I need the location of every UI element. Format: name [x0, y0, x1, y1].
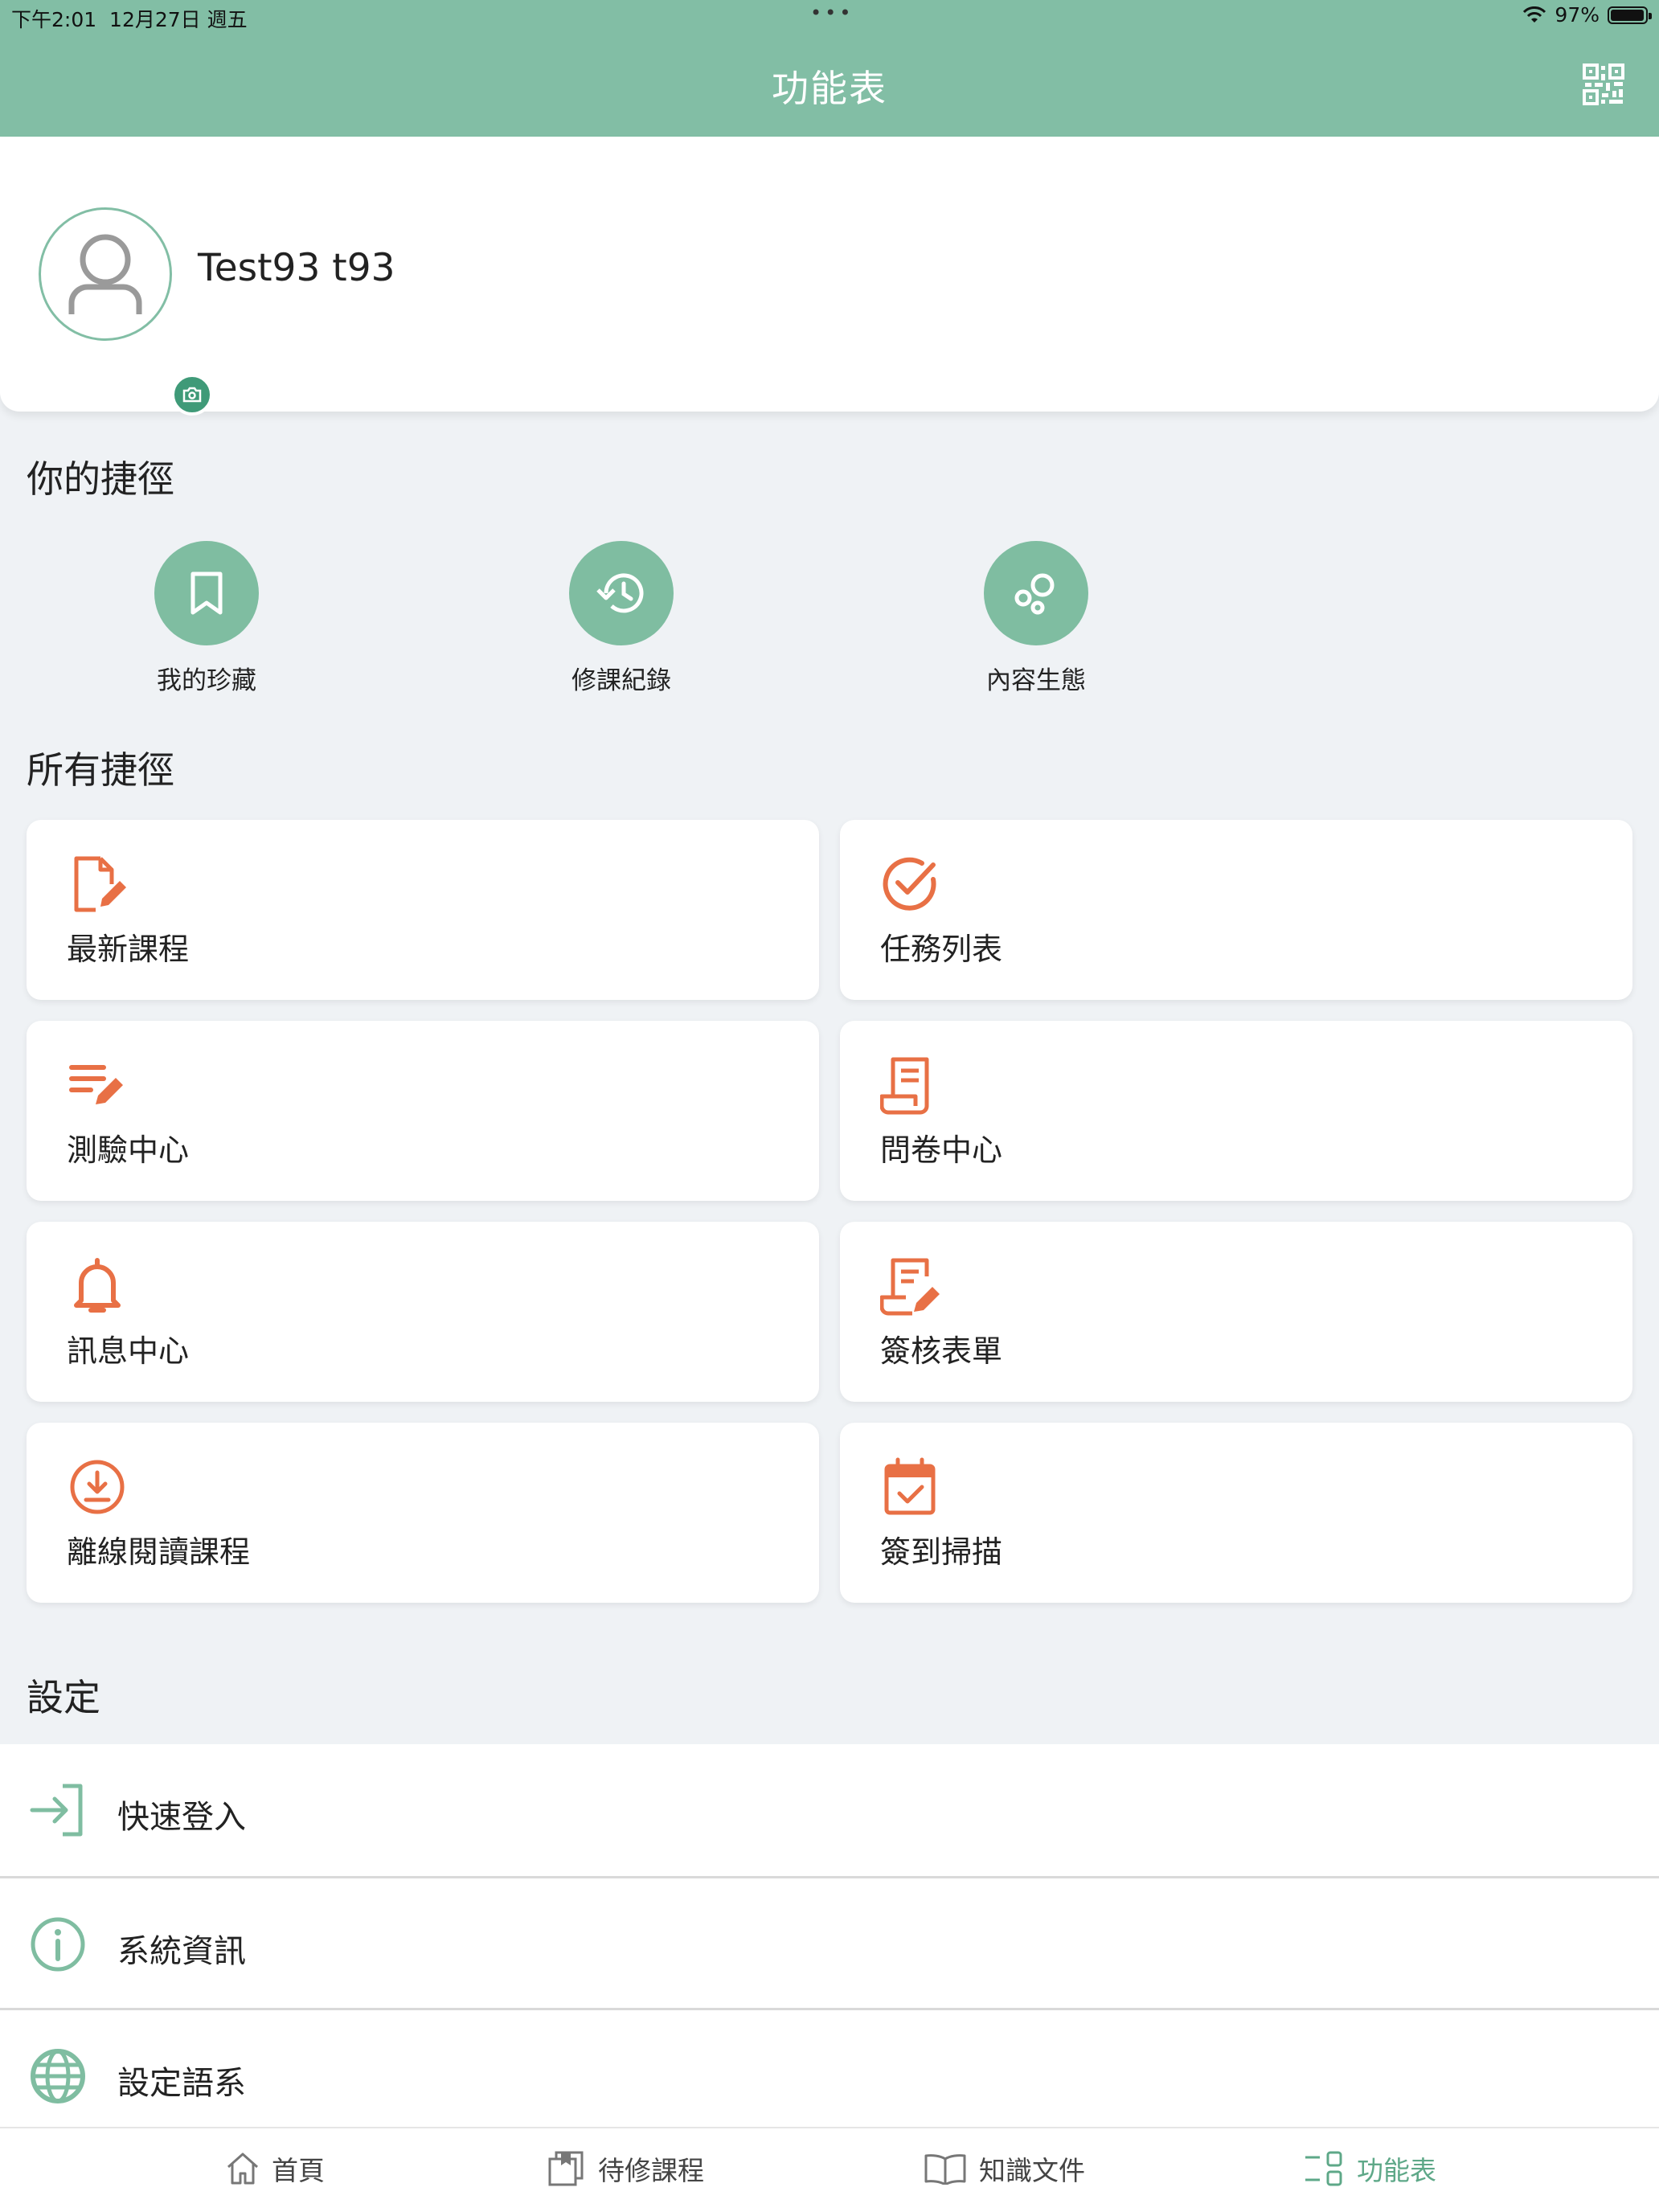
qr-code-icon[interactable]	[1582, 63, 1625, 106]
info-icon	[31, 1917, 85, 1972]
tab-bar: 首頁 待修課程 知識文件 功能表	[0, 2127, 1659, 2212]
battery-icon	[1608, 6, 1652, 24]
calendar-check-icon	[884, 1457, 936, 1515]
settings-language[interactable]: 設定語系	[0, 2010, 1659, 2127]
avatar[interactable]	[39, 207, 213, 416]
book-icon	[924, 2154, 966, 2185]
status-right: 97%	[1522, 3, 1652, 27]
status-bar: 下午2:01 12月27日 週五 ••• 97%	[0, 0, 1659, 34]
shortcut-survey-center[interactable]: 問卷中心	[840, 1021, 1632, 1201]
camera-icon[interactable]	[171, 374, 213, 416]
receipt-icon	[880, 1057, 929, 1115]
profile-card: Test93 t93	[0, 137, 1659, 416]
tab-pending-courses[interactable]: 待修課程	[547, 2149, 704, 2188]
settings-system-info[interactable]: 系統資訊	[0, 1878, 1659, 2010]
bell-icon	[74, 1258, 121, 1313]
home-icon	[227, 2153, 258, 2185]
person-icon	[68, 234, 142, 314]
page-title: 功能表	[772, 67, 887, 110]
globe-icon	[31, 2049, 85, 2103]
check-circle-icon	[883, 857, 936, 911]
fav-item-bookmarks[interactable]: 我的珍藏	[110, 541, 303, 696]
tab-home[interactable]: 首頁	[225, 2149, 325, 2188]
bookmark-icon	[154, 541, 259, 645]
shortcut-task-list[interactable]: 任務列表	[840, 820, 1632, 1000]
fav-item-history[interactable]: 修課紀錄	[525, 541, 718, 696]
multitask-dots[interactable]: •••	[810, 2, 854, 24]
tab-function-menu[interactable]: 功能表	[1304, 2149, 1436, 2188]
form-sign-icon	[880, 1258, 940, 1316]
battery-percent: 97%	[1555, 3, 1600, 27]
shortcut-exam-center[interactable]: 測驗中心	[27, 1021, 819, 1201]
fav-item-ecosystem[interactable]: 內容生態	[940, 541, 1133, 696]
download-circle-icon	[70, 1460, 125, 1514]
favorites-title: 你的捷徑	[27, 457, 174, 501]
shortcut-message-center[interactable]: 訊息中心	[27, 1222, 819, 1402]
wifi-icon	[1523, 6, 1546, 23]
shortcut-latest-courses[interactable]: 最新課程	[27, 820, 819, 1000]
courses-icon	[548, 2151, 584, 2186]
document-edit-icon	[74, 856, 126, 912]
tab-knowledge-docs[interactable]: 知識文件	[923, 2149, 1085, 2188]
history-icon	[569, 541, 674, 645]
nav-bar: 功能表	[0, 34, 1659, 137]
login-icon	[30, 1784, 83, 1837]
list-edit-icon	[69, 1065, 123, 1104]
shortcut-offline-reading[interactable]: 離線閱讀課程	[27, 1423, 819, 1603]
bubbles-icon	[984, 541, 1088, 645]
settings-title: 設定	[27, 1676, 100, 1719]
status-time: 下午2:01 12月27日 週五	[11, 8, 248, 31]
shortcut-approval-forms[interactable]: 簽核表單	[840, 1222, 1632, 1402]
shortcut-checkin-scan[interactable]: 簽到掃描	[840, 1423, 1632, 1603]
shortcuts-title: 所有捷徑	[27, 748, 174, 792]
user-name: Test93 t93	[198, 246, 395, 290]
menu-grid-icon	[1305, 2151, 1342, 2186]
settings-quick-login[interactable]: 快速登入	[0, 1744, 1659, 1876]
